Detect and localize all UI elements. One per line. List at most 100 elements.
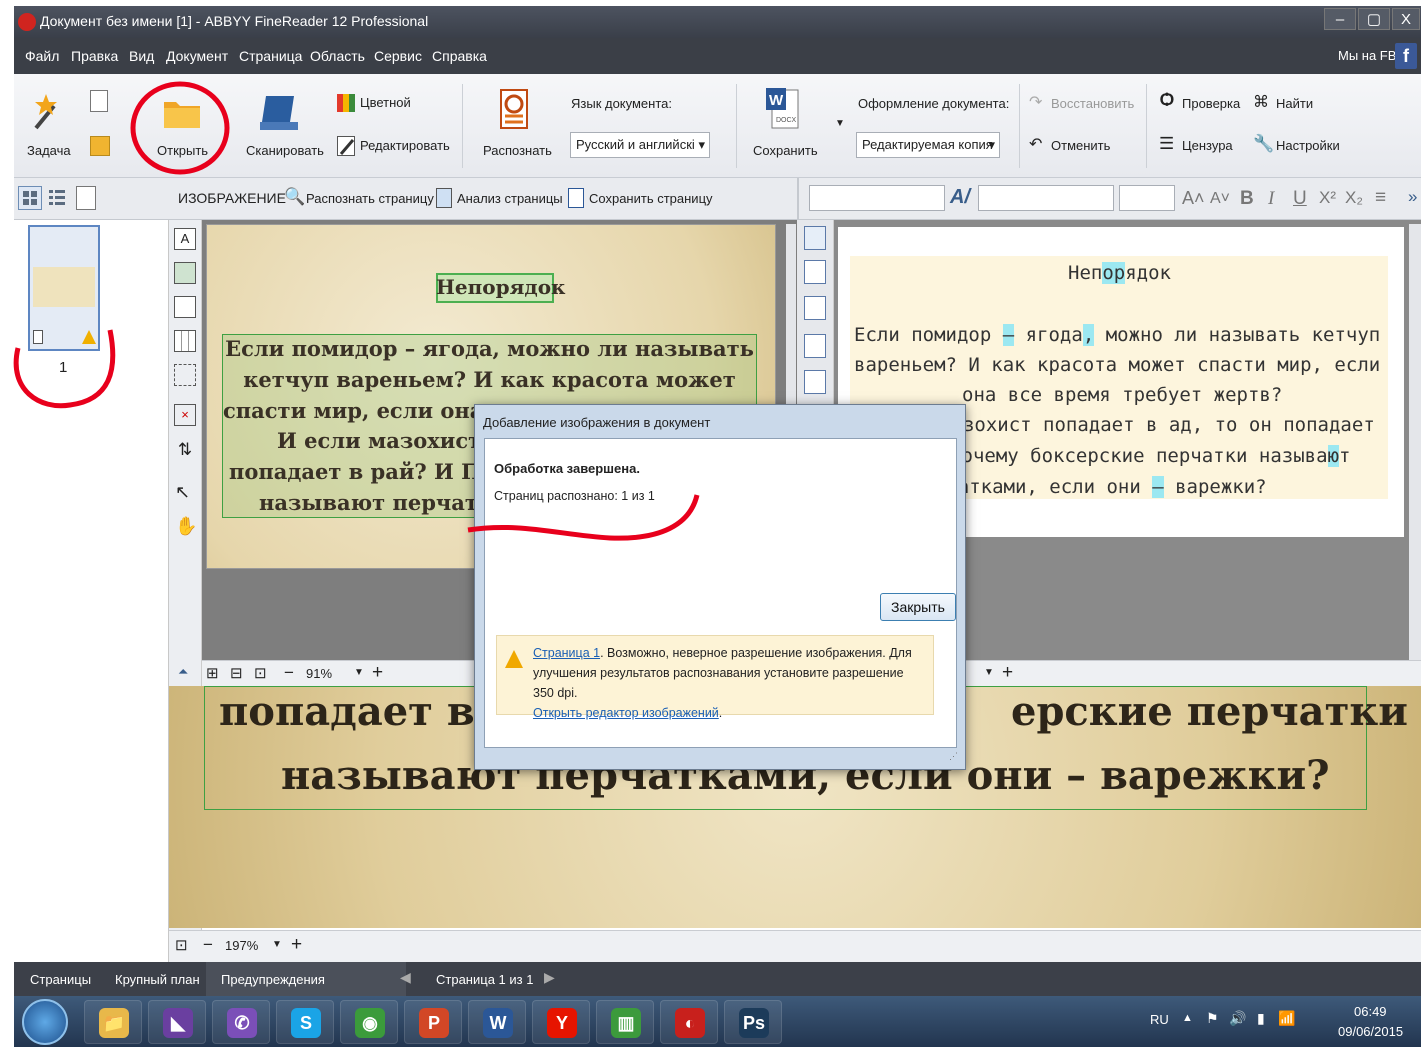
font-style-icon[interactable]: A/ xyxy=(950,186,970,209)
pointer-tool-icon[interactable]: ↖ xyxy=(175,482,190,503)
zoom-in-button[interactable]: + xyxy=(372,662,383,684)
restore-button[interactable]: Восстановить xyxy=(1051,96,1134,111)
next-page-icon[interactable]: ▶ xyxy=(544,969,555,986)
undo-button[interactable]: Отменить xyxy=(1051,138,1110,153)
zoom-view-zoom-out-button[interactable]: − xyxy=(203,935,213,955)
check-button[interactable]: Проверка xyxy=(1182,96,1240,111)
facebook-icon[interactable]: f xyxy=(1395,43,1417,69)
text-zoom-in-button[interactable]: + xyxy=(1002,662,1013,684)
order-areas-tool-icon[interactable]: ⇅ xyxy=(174,440,196,462)
taskbar-finereader-icon[interactable]: ◐ xyxy=(660,1000,718,1044)
menu-page[interactable]: Страница xyxy=(239,48,302,64)
text-zoom-dropdown-icon[interactable]: ▼ xyxy=(984,667,994,678)
subscript-button[interactable]: X₂ xyxy=(1345,188,1363,208)
open-button[interactable]: Открыть xyxy=(157,143,208,158)
word-docx-icon[interactable]: W DOCX xyxy=(764,86,800,132)
taskbar-stats-icon[interactable]: ▥ xyxy=(596,1000,654,1044)
zoom-dropdown-icon[interactable]: ▼ xyxy=(354,667,364,678)
battery-icon[interactable]: ▮ xyxy=(1257,1010,1265,1027)
bold-button[interactable]: B xyxy=(1240,188,1254,210)
taskbar-explorer-icon[interactable]: 📁 xyxy=(84,1000,142,1044)
page-1-link[interactable]: Страница 1 xyxy=(533,646,600,660)
align-button[interactable]: ≡ xyxy=(1375,187,1386,209)
volume-icon[interactable]: 🔊 xyxy=(1229,1010,1246,1027)
menu-file[interactable]: Файл xyxy=(25,48,59,64)
menu-area[interactable]: Область xyxy=(310,48,365,64)
save-button[interactable]: Сохранить xyxy=(753,143,818,158)
tab-zoom[interactable]: Крупный план xyxy=(115,972,200,987)
task-button-label[interactable]: Задача xyxy=(27,143,71,158)
new-page-icon[interactable] xyxy=(90,90,108,112)
prev-page-icon[interactable]: ◀ xyxy=(400,969,411,986)
zoom-view-value[interactable]: 197% xyxy=(225,938,258,953)
color-mode-icon[interactable] xyxy=(337,94,355,112)
text-area-tool-icon[interactable]: A xyxy=(174,228,196,250)
document-language-select[interactable]: Русский и английскі xyxy=(570,132,710,158)
menu-tools[interactable]: Сервис xyxy=(374,48,422,64)
taskbar-skype-icon[interactable]: S xyxy=(276,1000,334,1044)
fit-height-icon[interactable]: ⊡ xyxy=(254,664,267,682)
thumbnail-view-icon[interactable] xyxy=(18,186,42,210)
zoom-view-dropdown-icon[interactable]: ▼ xyxy=(272,939,282,950)
font-decrease-icon[interactable]: A˅ xyxy=(1210,190,1230,208)
clock-date[interactable]: 09/06/2015 xyxy=(1338,1024,1403,1039)
zoom-view-zoom-in-button[interactable]: + xyxy=(291,934,302,956)
font-increase-icon[interactable]: A˄ xyxy=(1182,188,1205,209)
save-dropdown-arrow-icon[interactable]: ▼ xyxy=(835,118,845,129)
select-area-tool-icon[interactable] xyxy=(174,364,196,386)
tab-pages[interactable]: Страницы xyxy=(30,972,91,987)
table-area-tool-icon[interactable] xyxy=(174,330,196,352)
menu-document[interactable]: Документ xyxy=(166,48,228,64)
font-size-select[interactable] xyxy=(1119,185,1175,211)
taskbar-word-icon[interactable]: W xyxy=(468,1000,526,1044)
edit-image-button[interactable]: Редактировать xyxy=(360,138,450,153)
font-style-select[interactable] xyxy=(809,185,945,211)
minimize-button[interactable]: – xyxy=(1324,8,1356,30)
fit-page-icon[interactable]: ⊞ xyxy=(206,664,219,682)
save-page-button[interactable]: Сохранить страницу xyxy=(589,191,713,206)
edit-image-icon[interactable] xyxy=(337,136,355,156)
underline-button[interactable]: U xyxy=(1293,188,1307,210)
text-vertical-scrollbar[interactable] xyxy=(1409,224,1421,660)
clock-time[interactable]: 06:49 xyxy=(1354,1004,1387,1019)
ligature-icon[interactable] xyxy=(804,334,826,358)
language-indicator[interactable]: RU xyxy=(1150,1012,1169,1027)
taskbar-visual-studio-icon[interactable]: ◣ xyxy=(148,1000,206,1044)
page-thumbnail[interactable] xyxy=(28,225,100,351)
zoom-view-fit-icon[interactable]: ⊡ xyxy=(175,936,188,954)
styles-icon[interactable] xyxy=(804,370,826,394)
taskbar-photoshop-icon[interactable]: Ps xyxy=(724,1000,782,1044)
picture-area-tool-icon[interactable] xyxy=(174,262,196,284)
resize-grip-icon[interactable]: ⋰ xyxy=(949,751,958,762)
taskbar-chrome-icon[interactable]: ◉ xyxy=(340,1000,398,1044)
tray-expand-icon[interactable]: ▲ xyxy=(1182,1012,1193,1024)
collapse-up-icon[interactable]: ⏶ xyxy=(178,664,188,680)
recognize-icon[interactable] xyxy=(497,88,533,132)
censor-button[interactable]: Цензура xyxy=(1182,138,1233,153)
page-properties-icon[interactable] xyxy=(76,186,96,210)
dialog-close-button[interactable]: Закрыть xyxy=(880,593,956,621)
document-format-select[interactable]: Редактируемая копия xyxy=(856,132,1000,158)
details-view-icon[interactable] xyxy=(46,186,70,210)
color-mode-button[interactable]: Цветной xyxy=(360,95,411,110)
maximize-button[interactable]: ▢ xyxy=(1358,8,1390,30)
insert-icon[interactable] xyxy=(804,296,826,320)
menu-view[interactable]: Вид xyxy=(129,48,154,64)
analyze-page-button[interactable]: Анализ страницы xyxy=(457,191,563,206)
wifi-icon[interactable]: 📶 xyxy=(1278,1010,1295,1027)
magic-wand-icon[interactable] xyxy=(26,92,66,132)
settings-button[interactable]: Настройки xyxy=(1276,138,1340,153)
recognize-button[interactable]: Распознать xyxy=(483,143,552,158)
scan-button[interactable]: Сканировать xyxy=(246,143,324,158)
zoom-out-button[interactable]: − xyxy=(284,663,294,683)
background-picture-tool-icon[interactable] xyxy=(174,296,196,318)
recognize-page-button[interactable]: Распознать страницу xyxy=(306,191,434,206)
scanner-icon[interactable] xyxy=(260,92,300,132)
hand-tool-icon[interactable]: ✋ xyxy=(175,516,197,537)
taskbar-yandex-icon[interactable]: Y xyxy=(532,1000,590,1044)
folder-icon[interactable] xyxy=(162,96,202,130)
italic-button[interactable]: I xyxy=(1268,188,1274,210)
menu-help[interactable]: Справка xyxy=(432,48,487,64)
tab-warnings[interactable]: Предупреждения xyxy=(221,972,325,987)
delete-area-tool-icon[interactable]: × xyxy=(174,404,196,426)
